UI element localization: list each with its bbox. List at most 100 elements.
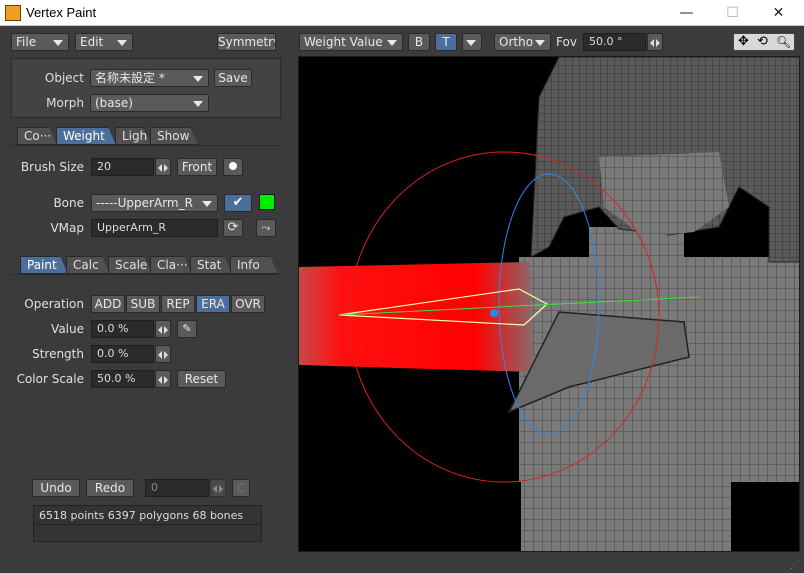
neck-mesh [589, 227, 684, 287]
undo-button[interactable]: Undo [32, 479, 80, 497]
bone-color-swatch[interactable] [259, 194, 275, 210]
bone-label: Bone [53, 196, 84, 210]
app-icon [5, 5, 21, 21]
fov-stepper[interactable] [647, 33, 663, 51]
b-toggle-button[interactable]: B [408, 33, 430, 51]
bone-enable-checkbox[interactable]: ✔ [224, 194, 252, 212]
projection-value: Ortho [499, 35, 534, 49]
vmap-label: VMap [50, 221, 84, 235]
brush-size-label: Brush Size [20, 160, 84, 174]
file-menu[interactable]: File [11, 33, 69, 51]
check-icon: ✔ [232, 195, 244, 210]
status-divider [34, 524, 261, 525]
edit-menu[interactable]: Edit [75, 33, 133, 51]
chevron-down-icon [53, 40, 63, 46]
vmap-refresh-button[interactable]: ⟳ [223, 219, 243, 237]
bone-pivot-marker [490, 309, 498, 317]
pick-icon: ⤳ [261, 221, 271, 234]
value-input[interactable]: 0.0 % [91, 320, 154, 338]
viewport-scene [299, 57, 799, 551]
op-era-button[interactable]: ERA [196, 295, 230, 313]
minimize-button[interactable]: — [664, 0, 709, 26]
color-scale-input[interactable]: 50.0 % [91, 370, 154, 388]
status-text: 6518 points 6397 polygons 68 bones [39, 509, 244, 522]
tab-clamp[interactable]: Cla··· [150, 256, 192, 274]
3d-viewport[interactable] [298, 56, 800, 552]
resize-grip-icon[interactable]: ⋰ [790, 560, 802, 572]
bone-value: -----UpperArm_R [96, 196, 193, 210]
eyedropper-button[interactable]: ✎ [177, 320, 197, 338]
brush-size-input[interactable]: 20 [91, 158, 154, 176]
color-scale-stepper[interactable] [155, 370, 171, 388]
reset-button[interactable]: Reset [177, 370, 226, 388]
op-add-button[interactable]: ADD [91, 295, 125, 313]
fov-input[interactable]: 50.0 ° [583, 33, 646, 51]
strength-label: Strength [32, 347, 84, 361]
tab-divider [11, 145, 281, 146]
chevron-down-icon [535, 40, 545, 46]
edit-menu-label: Edit [80, 35, 104, 49]
maximize-button[interactable]: ☐ [710, 0, 755, 26]
file-menu-label: File [16, 35, 37, 49]
front-button[interactable]: Front [177, 158, 217, 176]
tab-calc[interactable]: Calc [66, 256, 110, 274]
chevron-down-icon [466, 40, 476, 46]
brush-shape-button[interactable] [223, 158, 243, 176]
lower-torso-mesh [521, 482, 731, 551]
op-sub-button[interactable]: SUB [126, 295, 160, 313]
chevron-down-icon [202, 201, 212, 207]
vmap-pick-button[interactable]: ⤳ [256, 219, 276, 237]
tab-stat[interactable]: Stat [190, 256, 232, 274]
morph-label: Morph [46, 96, 84, 110]
history-stepper [210, 479, 226, 497]
circle-icon [229, 162, 237, 170]
view-mode-dropdown[interactable]: Weight Value [299, 33, 403, 51]
tab-scale[interactable]: Scale [108, 256, 152, 274]
value-stepper[interactable] [155, 320, 171, 338]
operation-label: Operation [24, 297, 84, 311]
zoom-icon[interactable]: 🔍︎ [776, 34, 791, 50]
redo-button[interactable]: Redo [86, 479, 134, 497]
op-ovr-button[interactable]: OVR [231, 295, 265, 313]
color-scale-label: Color Scale [16, 372, 84, 386]
tab-light[interactable]: Light [115, 127, 151, 145]
strength-input[interactable]: 0.0 % [91, 345, 154, 363]
window-title: Vertex Paint [26, 5, 97, 20]
close-button[interactable]: ✕ [756, 0, 801, 26]
chevron-down-icon [387, 40, 397, 46]
title-bar: Vertex Paint — ☐ ✕ [0, 0, 804, 26]
tab-weight[interactable]: Weight [56, 127, 116, 145]
t-toggle-button[interactable]: T [435, 33, 457, 51]
value-label: Value [51, 322, 84, 336]
brush-size-stepper[interactable] [155, 158, 171, 176]
chevron-down-icon [117, 40, 127, 46]
status-box: 6518 points 6397 polygons 68 bones [33, 505, 262, 542]
move-icon[interactable]: ✥ [738, 34, 749, 50]
save-button[interactable]: Save [214, 69, 252, 87]
morph-value: (base) [95, 96, 133, 110]
vmap-input[interactable]: UpperArm_R [91, 219, 218, 237]
object-label: Object [44, 71, 84, 85]
view-nav-controls: ✥ ⟲ 🔍︎ [733, 33, 795, 51]
main-tabs: Co··· Weight Light Show [17, 127, 281, 145]
strength-stepper[interactable] [155, 345, 171, 363]
subtab-divider [11, 274, 281, 275]
clear-history-button: C [232, 479, 250, 497]
view-mode-value: Weight Value [304, 35, 383, 49]
object-value: 名称未設定 * [95, 71, 165, 85]
morph-dropdown[interactable]: (base) [90, 94, 209, 112]
t-options-dropdown[interactable] [462, 33, 482, 51]
fov-label: Fov [556, 35, 577, 49]
object-dropdown[interactable]: 名称未設定 * [90, 69, 209, 87]
symmetry-button[interactable]: Symmetry [217, 33, 276, 51]
tab-co[interactable]: Co··· [17, 127, 57, 145]
tab-info[interactable]: Info [230, 256, 278, 274]
tab-show[interactable]: Show [150, 127, 198, 145]
chevron-down-icon [193, 101, 203, 107]
bone-dropdown[interactable]: -----UpperArm_R [91, 194, 218, 212]
tab-paint[interactable]: Paint [20, 256, 68, 274]
projection-dropdown[interactable]: Ortho [494, 33, 551, 51]
rotate-icon[interactable]: ⟲ [757, 34, 768, 50]
op-rep-button[interactable]: REP [161, 295, 195, 313]
sub-tabs: Paint Calc Scale Cla··· Stat Info [20, 256, 282, 274]
